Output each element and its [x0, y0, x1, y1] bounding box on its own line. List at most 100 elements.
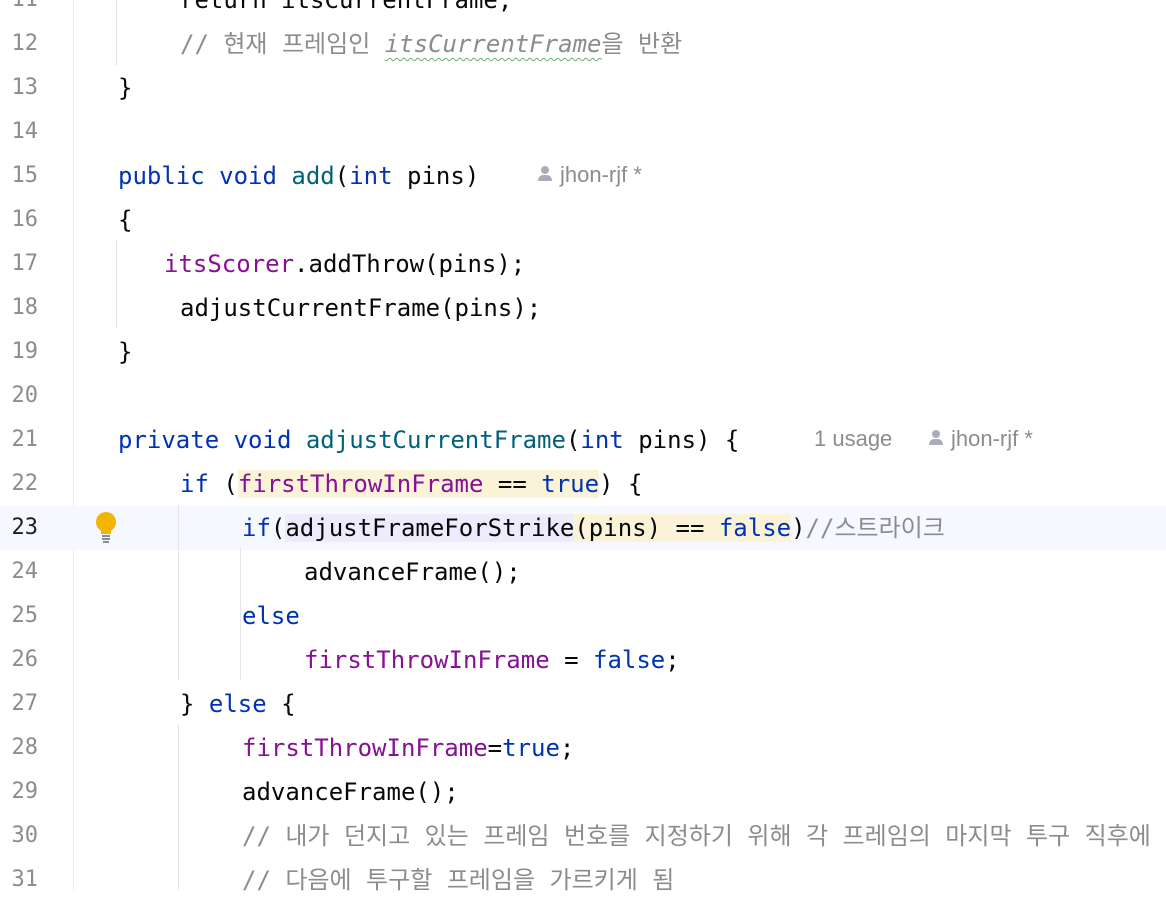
- author-name: jhon-rjf *: [560, 162, 642, 187]
- code-token: // 현재 프레임인: [180, 30, 385, 58]
- line-number[interactable]: 27: [0, 682, 39, 726]
- code-text[interactable]: }: [118, 330, 132, 374]
- code-line[interactable]: 26 firstThrowInFrame = false;: [0, 638, 1166, 682]
- code-line[interactable]: 19}: [0, 330, 1166, 374]
- code-token: itsCurrentFrame: [384, 30, 602, 58]
- line-number[interactable]: 28: [0, 726, 39, 770]
- line-number[interactable]: 26: [0, 638, 39, 682]
- code-line[interactable]: 17 itsScorer.addThrow(pins);: [0, 242, 1166, 286]
- user-icon: [929, 430, 943, 446]
- code-token: adjustCurrentFrame: [305, 426, 566, 454]
- line-number[interactable]: 19: [0, 330, 39, 374]
- code-text[interactable]: return itsCurrentFrame;: [180, 0, 512, 22]
- code-line[interactable]: 18 adjustCurrentFrame(pins);: [0, 286, 1166, 330]
- line-number[interactable]: 13: [0, 66, 39, 110]
- code-line[interactable]: 12 // 현재 프레임인 itsCurrentFrame을 반환: [0, 22, 1166, 66]
- code-line[interactable]: 25 else: [0, 594, 1166, 638]
- code-token: else: [242, 602, 300, 630]
- code-line[interactable]: 24 advanceFrame();: [0, 550, 1166, 594]
- code-token: }: [180, 690, 209, 718]
- code-editor[interactable]: 11 return itsCurrentFrame; 12 // 현재 프레임인 it…: [0, 0, 1166, 894]
- line-number[interactable]: 21: [0, 418, 39, 462]
- code-text[interactable]: if (firstThrowInFrame == true) {: [180, 462, 642, 506]
- code-token: (: [334, 162, 350, 190]
- code-text[interactable]: } else {: [180, 682, 296, 726]
- code-token: {: [118, 206, 133, 234]
- code-line[interactable]: 13}: [0, 66, 1166, 110]
- code-text[interactable]: {: [118, 198, 132, 242]
- code-token: if: [242, 514, 271, 542]
- code-line[interactable]: 29 advanceFrame();: [0, 770, 1166, 814]
- code-token: itsScorer: [164, 250, 295, 278]
- code-text[interactable]: }: [118, 66, 132, 110]
- line-number[interactable]: 29: [0, 770, 39, 814]
- code-line[interactable]: 31 // 다음에 투구할 프레임을 가르키게 됨: [0, 858, 1166, 902]
- line-number[interactable]: 22: [0, 462, 39, 506]
- code-token: return itsCurrentFrame;: [180, 0, 513, 14]
- code-line[interactable]: 30 // 내가 던지고 있는 프레임 번호를 지정하기 위해 각 프레임의 마지…: [0, 814, 1166, 858]
- code-token: advanceFrame();: [242, 778, 459, 806]
- line-number[interactable]: 25: [0, 594, 39, 638]
- code-line[interactable]: 28 firstThrowInFrame=true;: [0, 726, 1166, 770]
- code-line[interactable]: 11 return itsCurrentFrame;: [0, 0, 1166, 22]
- code-token: true: [541, 470, 600, 498]
- code-text[interactable]: // 다음에 투구할 프레임을 가르키게 됨: [242, 858, 674, 902]
- code-text[interactable]: advanceFrame();: [242, 770, 459, 814]
- code-token: firstThrowInFrame: [237, 470, 484, 498]
- line-number[interactable]: 16: [0, 198, 39, 242]
- line-number[interactable]: 14: [0, 110, 39, 154]
- code-token: private: [118, 426, 220, 454]
- code-line[interactable]: 23 if(adjustFrameForStrike(pins) == false…: [0, 506, 1166, 550]
- line-number[interactable]: 23: [0, 506, 39, 550]
- code-text[interactable]: public void add(int pins): [118, 154, 479, 198]
- code-text[interactable]: adjustCurrentFrame(pins);: [180, 286, 541, 330]
- code-text[interactable]: if(adjustFrameForStrike(pins) == false)/…: [242, 506, 945, 550]
- code-token: {: [266, 690, 296, 718]
- code-text[interactable]: itsScorer.addThrow(pins);: [164, 242, 525, 286]
- code-token: (: [270, 514, 286, 542]
- line-number[interactable]: 15: [0, 154, 39, 198]
- indent-guide: [178, 504, 179, 680]
- code-token: =: [487, 734, 503, 762]
- code-line[interactable]: 22 if (firstThrowInFrame == true) {: [0, 462, 1166, 506]
- usage-inlay[interactable]: 1 usage: [814, 417, 892, 461]
- line-number[interactable]: 12: [0, 22, 39, 66]
- code-token: (pins) ==: [574, 514, 719, 542]
- code-text[interactable]: firstThrowInFrame=true;: [242, 726, 574, 770]
- code-token: .addThrow(pins);: [294, 250, 526, 278]
- code-token: int: [349, 162, 393, 190]
- code-line[interactable]: 20: [0, 374, 1166, 418]
- code-text[interactable]: private void adjustCurrentFrame(int pins…: [118, 418, 739, 462]
- code-text[interactable]: advanceFrame();: [304, 550, 521, 594]
- indent-guide: [116, 240, 117, 328]
- code-text[interactable]: // 내가 던지고 있는 프레임 번호를 지정하기 위해 각 프레임의 마지막 …: [242, 814, 1151, 858]
- author-inlay[interactable]: jhon-rjf *: [538, 153, 642, 197]
- code-line[interactable]: 14: [0, 110, 1166, 154]
- line-number[interactable]: 24: [0, 550, 39, 594]
- usage-count: 1 usage: [814, 426, 893, 451]
- code-token: true: [502, 734, 560, 762]
- line-number[interactable]: 30: [0, 814, 39, 858]
- line-number[interactable]: 18: [0, 286, 39, 330]
- code-token: 을 반환: [601, 30, 683, 58]
- code-token: }: [118, 338, 133, 366]
- code-line[interactable]: 27 } else {: [0, 682, 1166, 726]
- lightbulb-icon[interactable]: [93, 511, 119, 543]
- code-token: int: [580, 426, 624, 454]
- line-number[interactable]: 17: [0, 242, 39, 286]
- code-token: (: [208, 470, 238, 498]
- code-line[interactable]: 16 {: [0, 198, 1166, 242]
- indent-guide: [178, 724, 179, 890]
- code-token: ;: [559, 734, 575, 762]
- author-inlay[interactable]: jhon-rjf *: [929, 417, 1033, 461]
- indent-guide: [240, 548, 241, 680]
- line-number[interactable]: 31: [0, 858, 39, 902]
- code-text[interactable]: // 현재 프레임인 itsCurrentFrame을 반환: [180, 22, 682, 66]
- code-text[interactable]: else: [242, 594, 300, 638]
- line-number[interactable]: 11: [0, 0, 39, 22]
- code-text[interactable]: firstThrowInFrame = false;: [304, 638, 680, 682]
- code-token: (: [565, 426, 581, 454]
- line-number[interactable]: 20: [0, 374, 39, 418]
